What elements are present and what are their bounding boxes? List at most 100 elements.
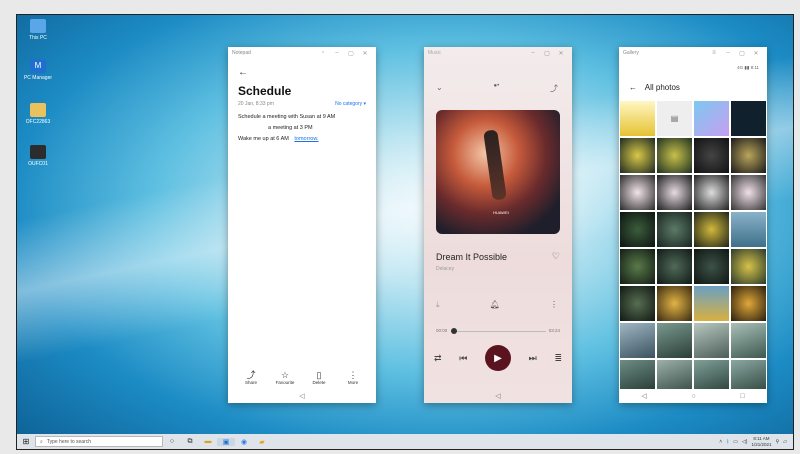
photo-thumbnail[interactable] (693, 322, 730, 359)
nav-bar: ◁ ○ □ (619, 389, 767, 403)
photo-thumbnail[interactable] (619, 211, 656, 248)
share-button[interactable]: ⤴ Share (238, 370, 264, 385)
volume-icon[interactable]: ◁) (742, 439, 748, 445)
photo-thumbnail[interactable] (730, 322, 767, 359)
bell-icon[interactable]: 🔔︎ (490, 300, 500, 310)
photo-thumbnail[interactable] (693, 285, 730, 322)
back-arrow-icon[interactable]: ← (238, 67, 248, 78)
recents-square-icon[interactable]: □ (740, 393, 744, 400)
more-icon[interactable]: ⋮ (550, 300, 558, 310)
chevron-down-icon[interactable]: ⌄ (436, 83, 443, 94)
photo-thumbnail[interactable] (619, 174, 656, 211)
maximize-button[interactable]: ▢ (540, 50, 554, 57)
photo-thumbnail[interactable] (693, 100, 730, 137)
previous-icon[interactable]: ⏮ (459, 353, 467, 364)
windows-start-icon[interactable]: ⊞ (17, 437, 35, 446)
taskbar-search-box[interactable]: ⌕ Type here to search (35, 436, 163, 447)
bluetooth-icon[interactable]: ᛒ (726, 439, 729, 445)
download-icon[interactable]: ⤓ (436, 300, 440, 310)
photo-thumbnail[interactable] (656, 174, 693, 211)
desktop-icon-folder-2[interactable]: OUFC01 (21, 145, 55, 167)
photo-thumbnail[interactable] (730, 285, 767, 322)
photo-thumbnail[interactable] (619, 285, 656, 322)
minimize-button[interactable]: – (330, 50, 344, 56)
more-button[interactable]: ⋮ More (340, 370, 366, 385)
pc-manager-taskbar-icon[interactable]: ▣ (217, 437, 235, 446)
photo-thumbnail[interactable] (656, 248, 693, 285)
photo-thumbnail[interactable] (730, 100, 767, 137)
page-dots-icon: ●• (493, 83, 500, 89)
photo-thumbnail[interactable] (730, 174, 767, 211)
photo-thumbnail[interactable] (656, 322, 693, 359)
note-line: Wake me up at 6 AM tomorrow. (238, 136, 319, 142)
taskbar-clock[interactable]: 8:11 AM 1/21/2021 (751, 436, 771, 448)
photo-thumbnail[interactable] (693, 137, 730, 174)
network-icon[interactable]: ▭ (733, 439, 738, 445)
category-dropdown[interactable]: No category ▾ (335, 101, 366, 107)
back-triangle-icon[interactable]: ◁ (641, 392, 646, 400)
home-circle-icon[interactable]: ○ (691, 393, 695, 400)
phone-connect-icon[interactable]: ⚲ (775, 439, 779, 445)
progress-knob[interactable] (451, 328, 457, 334)
folder-icon[interactable]: ▰ (253, 438, 271, 446)
date-link[interactable]: tomorrow. (294, 136, 318, 142)
favourite-button[interactable]: ☆ Favourite (272, 370, 298, 385)
desktop-icon-pc-manager[interactable]: M PC Manager (21, 59, 55, 81)
photo-thumbnail[interactable] (693, 248, 730, 285)
photo-grid: ▤ (619, 100, 767, 396)
note-toolbar: ⤴ Share ☆ Favourite ▯ Delete ⋮ More (238, 370, 366, 385)
photo-thumbnail[interactable] (656, 285, 693, 322)
pin-button[interactable]: ▫ (316, 50, 330, 56)
playlist-icon[interactable]: ≣ (554, 353, 562, 364)
photo-thumbnail[interactable] (730, 248, 767, 285)
close-button[interactable]: ✕ (749, 50, 763, 57)
file-explorer-icon[interactable]: ▬ (199, 438, 217, 445)
video-thumbnail[interactable]: ▤ (656, 100, 693, 137)
heart-icon[interactable]: ♡ (552, 251, 560, 262)
close-button[interactable]: ✕ (554, 50, 568, 57)
browser-icon[interactable]: ◉ (235, 438, 253, 446)
next-icon[interactable]: ⏭ (529, 353, 537, 364)
photo-thumbnail[interactable] (619, 100, 656, 137)
chevron-up-icon[interactable]: ˄ (719, 439, 722, 445)
time-elapsed: 00:00 (436, 328, 448, 333)
minimize-button[interactable]: – (526, 50, 540, 56)
computer-icon (30, 19, 46, 33)
shuffle-icon[interactable]: ⇄ (434, 353, 442, 364)
gallery-window: Gallery ≡ – ▢ ✕ 4G ▮▮ 8:11 ← All photos … (619, 47, 767, 403)
artist-name[interactable]: Delacey (436, 266, 454, 272)
close-button[interactable]: ✕ (358, 50, 372, 57)
photo-thumbnail[interactable] (693, 211, 730, 248)
gallery-titlebar: Gallery ≡ – ▢ ✕ (619, 47, 767, 59)
photo-thumbnail[interactable] (730, 211, 767, 248)
maximize-button[interactable]: ▢ (344, 50, 358, 57)
photo-thumbnail[interactable] (619, 248, 656, 285)
back-triangle-icon[interactable]: ◁ (495, 392, 500, 400)
share-label: Share (244, 380, 257, 385)
maximize-button[interactable]: ▢ (735, 50, 749, 57)
minimize-button[interactable]: – (721, 50, 735, 56)
album-art: HUAWEI (436, 110, 560, 234)
share-icon[interactable]: ⤴ (550, 83, 558, 94)
notification-icon[interactable]: ▱ (783, 439, 787, 445)
nav-bar: ◁ (424, 389, 572, 403)
photo-thumbnail[interactable] (656, 137, 693, 174)
desktop-icon-this-pc[interactable]: This PC (21, 19, 55, 41)
photo-thumbnail[interactable] (730, 137, 767, 174)
desktop-icon-folder-1[interactable]: OFC22863 (21, 103, 55, 125)
task-view-icon[interactable]: ⧉ (181, 438, 199, 446)
photo-thumbnail[interactable] (693, 174, 730, 211)
note-title: Schedule (238, 84, 292, 98)
photo-thumbnail[interactable] (619, 137, 656, 174)
back-arrow-icon[interactable]: ← (629, 83, 637, 92)
delete-button[interactable]: ▯ Delete (306, 370, 332, 385)
cortana-icon[interactable]: ○ (163, 438, 181, 445)
play-button[interactable]: ▶ (485, 345, 511, 371)
photo-thumbnail[interactable] (619, 322, 656, 359)
menu-icon[interactable]: ≡ (707, 50, 721, 56)
back-triangle-icon[interactable]: ◁ (299, 392, 304, 400)
clock-date: 1/21/2021 (751, 441, 772, 447)
more-label: More (347, 380, 359, 385)
progress-track[interactable] (452, 331, 546, 332)
photo-thumbnail[interactable] (656, 211, 693, 248)
